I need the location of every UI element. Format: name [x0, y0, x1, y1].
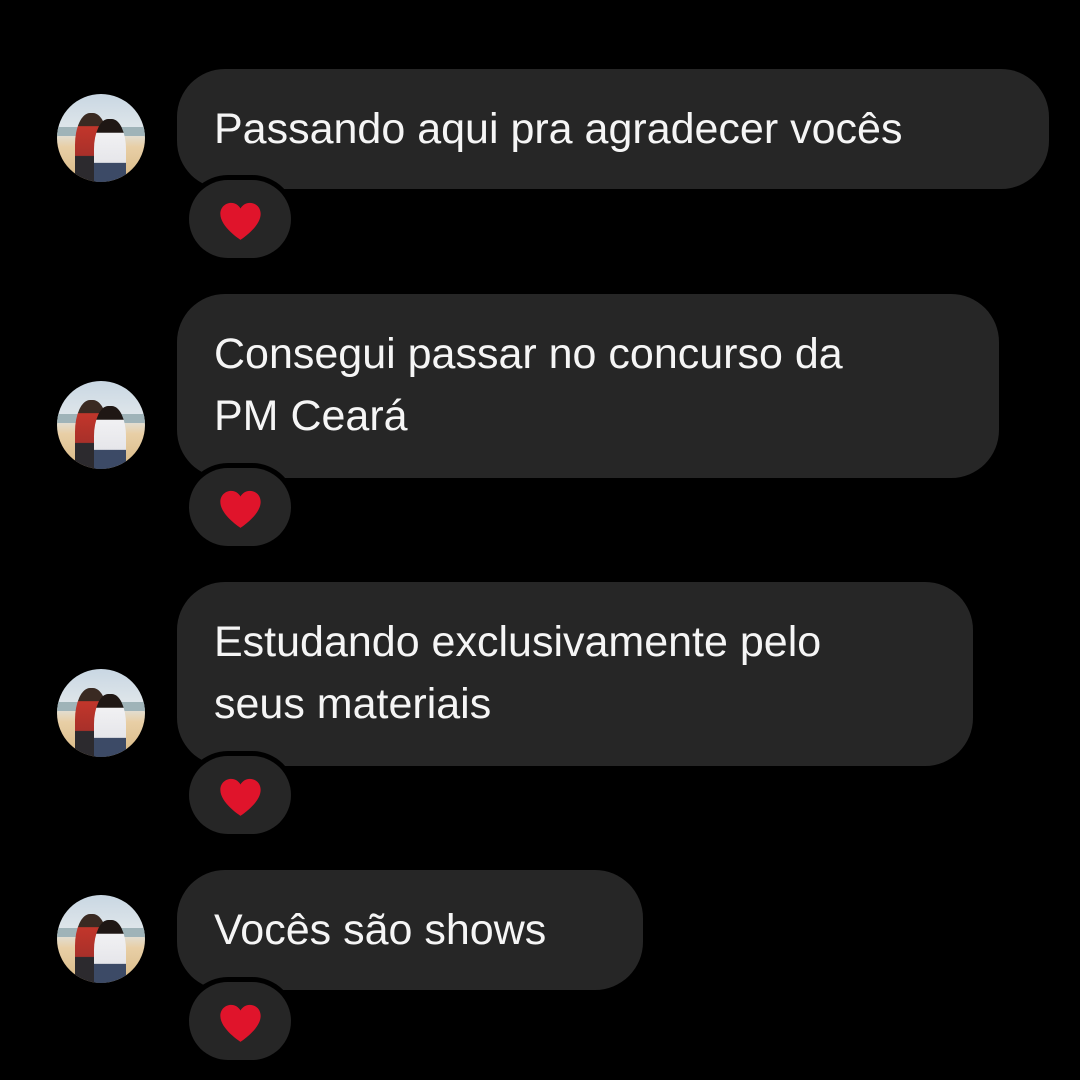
reaction-badge[interactable] — [189, 180, 291, 258]
message-bubble[interactable]: Passando aqui pra agradecer vocês — [177, 69, 1049, 189]
message-bubble[interactable]: Vocês são shows — [177, 870, 643, 990]
heart-icon — [220, 1004, 261, 1042]
avatar[interactable] — [57, 381, 145, 469]
heart-icon — [220, 490, 261, 528]
avatar[interactable] — [57, 669, 145, 757]
message-bubble[interactable]: Estudando exclusivamente pelo seus mater… — [177, 582, 973, 766]
heart-icon — [220, 778, 261, 816]
message-bubble[interactable]: Consegui passar no concurso da PM Ceará — [177, 294, 999, 478]
reaction-badge[interactable] — [189, 756, 291, 834]
reaction-badge[interactable] — [189, 468, 291, 546]
reaction-badge[interactable] — [189, 982, 291, 1060]
heart-icon — [220, 202, 261, 240]
avatar[interactable] — [57, 895, 145, 983]
avatar[interactable] — [57, 94, 145, 182]
